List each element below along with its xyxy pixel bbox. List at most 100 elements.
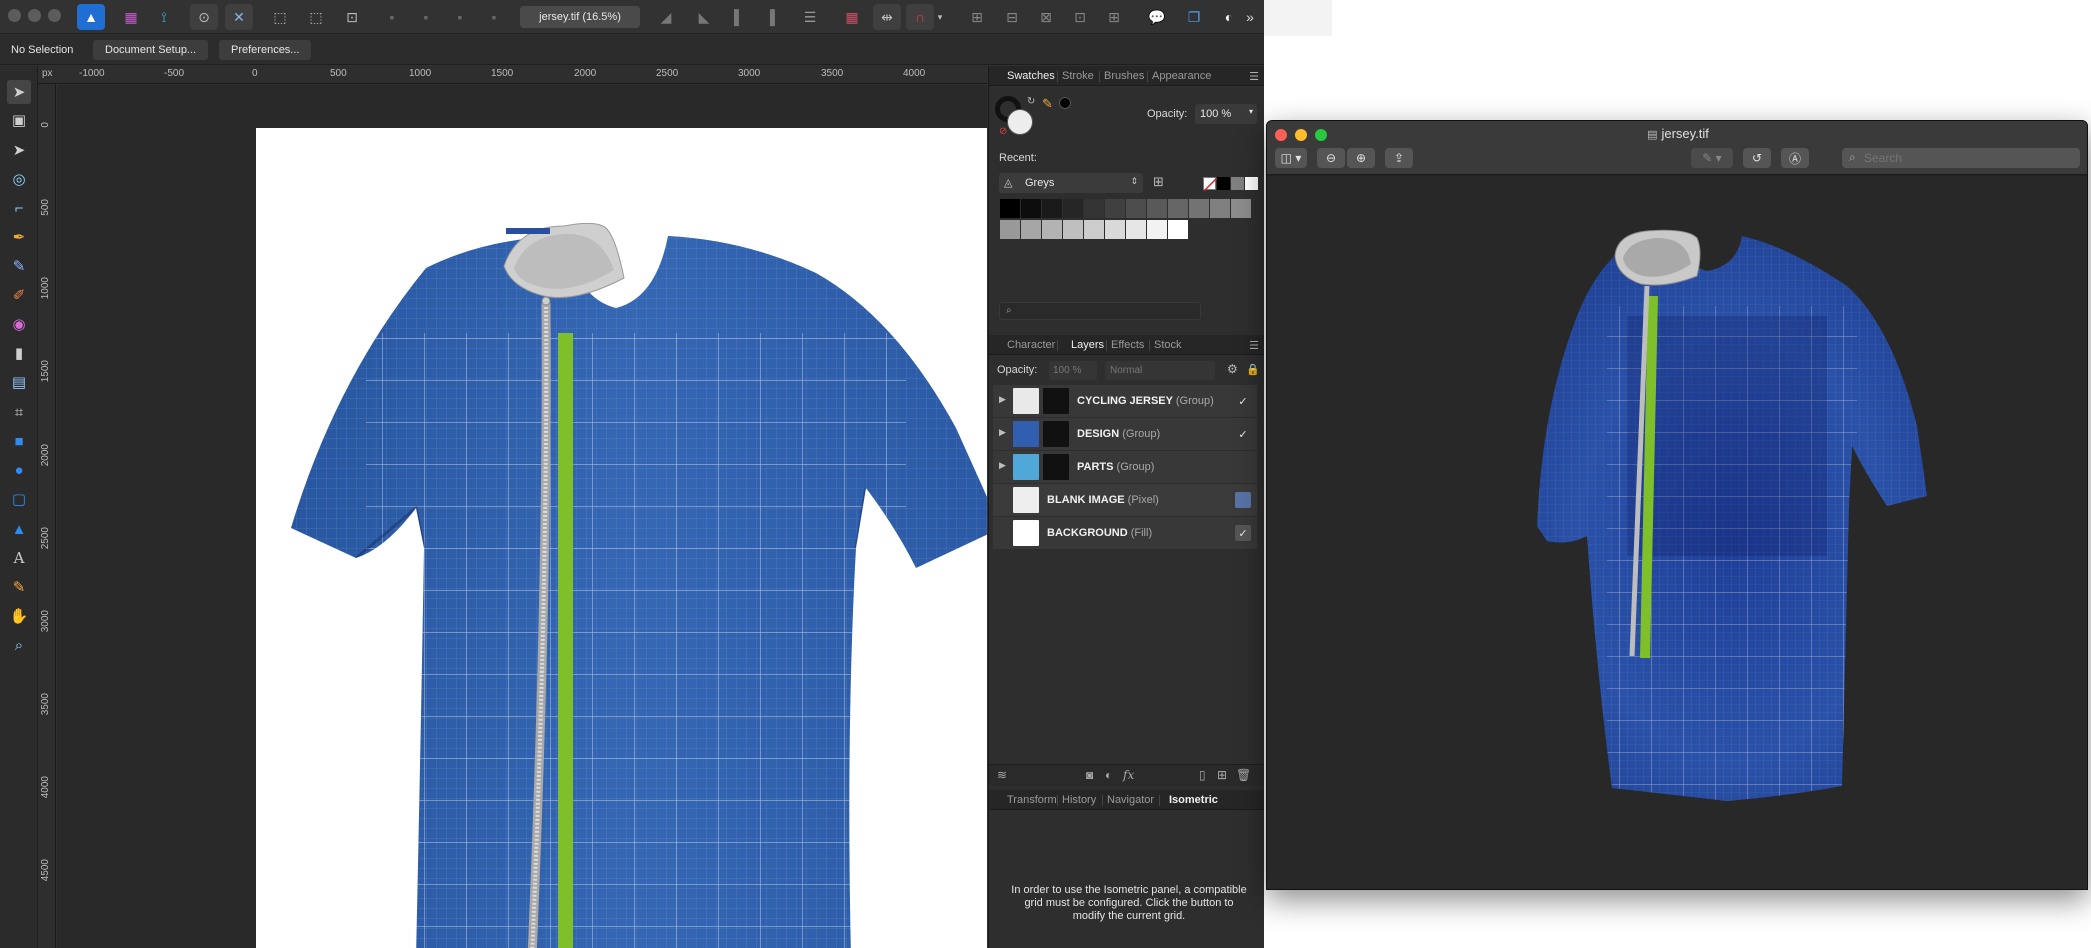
preferences-button[interactable]: Preferences...: [219, 40, 312, 60]
black-quick-swatch[interactable]: [1217, 177, 1230, 190]
add-layer-icon[interactable]: ▯: [1199, 768, 1206, 782]
search-input[interactable]: [1842, 148, 2080, 168]
color-swatch[interactable]: [1063, 199, 1083, 218]
visibility-checkbox[interactable]: ✓: [1235, 393, 1251, 409]
snapping-magnet-icon[interactable]: ∩: [906, 4, 934, 30]
close-button[interactable]: [8, 9, 21, 22]
tab-navigator[interactable]: Navigator: [1107, 794, 1154, 806]
layers-stack-icon[interactable]: ≋: [997, 768, 1007, 782]
app-logo-icon[interactable]: ▲: [77, 4, 105, 30]
tab-swatches[interactable]: Swatches: [1007, 70, 1055, 82]
move-tool-icon[interactable]: ➤: [7, 80, 31, 104]
blend-mode-select[interactable]: Normal: [1105, 361, 1215, 380]
text-tool-icon[interactable]: A: [7, 546, 31, 570]
layer-row[interactable]: BACKGROUND (Fill) ✓: [993, 517, 1257, 549]
color-swatch[interactable]: [1168, 220, 1188, 239]
color-swatch[interactable]: [1126, 220, 1146, 239]
pencil-tool-icon[interactable]: ✎: [7, 254, 31, 278]
window-icon[interactable]: ❐: [1180, 4, 1208, 30]
layer-row[interactable]: ▶ PARTS (Group): [993, 451, 1257, 483]
crop-icon[interactable]: ⊡: [338, 4, 366, 30]
color-swatch[interactable]: [1021, 220, 1041, 239]
align-center-icon[interactable]: ▐: [756, 4, 784, 30]
none-quick-swatch[interactable]: [1203, 177, 1218, 192]
pattern-icon[interactable]: ✕: [225, 4, 253, 30]
artboard-tool-icon[interactable]: ▣: [7, 108, 31, 132]
layer-row[interactable]: BLANK IMAGE (Pixel): [993, 484, 1257, 516]
swatch-search[interactable]: ⌕: [999, 302, 1201, 320]
tab-history[interactable]: History: [1062, 794, 1096, 806]
layer-opacity-field[interactable]: 100 %: [1049, 361, 1097, 380]
visibility-checkbox[interactable]: ✓: [1235, 426, 1251, 442]
rounded-rect-tool-icon[interactable]: ▢: [7, 487, 31, 511]
color-swatch[interactable]: [1000, 199, 1020, 218]
palette-select[interactable]: ◬ Greys ⇕: [999, 173, 1143, 193]
transparency-tool-icon[interactable]: ▮: [7, 341, 31, 365]
expand-arrow-icon[interactable]: ▶: [999, 460, 1006, 471]
fill-color-circle[interactable]: [1007, 109, 1033, 135]
visibility-checkbox[interactable]: [1235, 459, 1251, 475]
flip-h-icon[interactable]: ◢: [652, 4, 680, 30]
color-swatch[interactable]: [1105, 220, 1125, 239]
tab-character[interactable]: Character: [1007, 339, 1055, 351]
preview-content[interactable]: [1267, 176, 2087, 889]
color-swatch[interactable]: [1147, 199, 1167, 218]
expand-arrow-icon[interactable]: ▶: [999, 427, 1006, 438]
mask-icon[interactable]: ◙: [1086, 768, 1093, 782]
to-front-icon[interactable]: ▪: [446, 4, 474, 30]
tab-stock[interactable]: Stock: [1154, 339, 1182, 351]
fx-icon[interactable]: fx: [1123, 768, 1134, 782]
jersey-artwork[interactable]: [256, 128, 987, 948]
color-swatch[interactable]: [1210, 199, 1230, 218]
tab-transform[interactable]: Transform: [1007, 794, 1057, 806]
visibility-checkbox[interactable]: ✓: [1235, 525, 1251, 541]
to-back-icon[interactable]: ▪: [480, 4, 508, 30]
color-swatch[interactable]: [1189, 199, 1209, 218]
persona-grid-icon[interactable]: ▦: [117, 4, 145, 30]
zoom-in-button[interactable]: ⊕: [1347, 148, 1375, 168]
snap-guides-icon[interactable]: ⇹: [873, 4, 901, 30]
color-swatch[interactable]: [1105, 199, 1125, 218]
boolean-add-icon[interactable]: ⊞: [963, 4, 991, 30]
tab-effects[interactable]: Effects: [1111, 339, 1144, 351]
color-swatch[interactable]: [1042, 199, 1062, 218]
swap-colors-icon[interactable]: ↻: [1027, 96, 1035, 107]
speech-bubble-icon[interactable]: 💬: [1143, 4, 1171, 30]
fill-tool-icon[interactable]: ◉: [7, 312, 31, 336]
select-frame-icon[interactable]: ⬚: [266, 4, 294, 30]
annotate-button[interactable]: Ⓐ: [1781, 148, 1809, 168]
fill-stroke-well[interactable]: ⊘ ↻: [995, 96, 1039, 140]
point-transform-icon[interactable]: ◎: [7, 167, 31, 191]
gear-icon[interactable]: ⚙: [1227, 362, 1238, 376]
boolean-divide-icon[interactable]: ⊞: [1100, 4, 1128, 30]
color-swatch[interactable]: [1084, 220, 1104, 239]
zoom-out-button[interactable]: ⊖: [1317, 148, 1345, 168]
more-icon[interactable]: »: [1240, 4, 1260, 30]
boolean-intersect-icon[interactable]: ⊠: [1032, 4, 1060, 30]
view-mode-icon[interactable]: ◐: [1215, 4, 1243, 30]
color-swatch[interactable]: [1021, 199, 1041, 218]
vector-crop-icon[interactable]: ⌗: [7, 400, 31, 424]
group-icon[interactable]: ⊞: [1217, 768, 1227, 782]
color-swatch[interactable]: [1231, 199, 1251, 218]
hand-tool-icon[interactable]: ✋: [7, 604, 31, 628]
swatch-grid[interactable]: [1000, 199, 1262, 241]
tab-appearance[interactable]: Appearance: [1152, 70, 1211, 82]
layer-row[interactable]: ▶ CYCLING JERSEY (Group) ✓: [993, 385, 1257, 417]
align-icon[interactable]: ☰: [796, 4, 824, 30]
color-swatch[interactable]: [1147, 220, 1167, 239]
pen-tool-icon[interactable]: ✒: [7, 225, 31, 249]
adjustment-icon[interactable]: ◐: [1105, 768, 1112, 782]
flip-v-icon[interactable]: ◣: [690, 4, 718, 30]
vertical-ruler[interactable]: 0 500 1000 1500 2000 2500 3000 3500 4000…: [38, 84, 56, 948]
markup-button[interactable]: ✎ ▾: [1691, 148, 1733, 168]
align-left-icon[interactable]: ▐: [720, 4, 748, 30]
visibility-checkbox[interactable]: [1235, 492, 1251, 508]
expand-arrow-icon[interactable]: ▶: [999, 394, 1006, 405]
color-swatch[interactable]: [1084, 199, 1104, 218]
document-tab[interactable]: jersey.tif (16.5%): [520, 6, 640, 28]
ellipse-tool-icon[interactable]: ●: [7, 458, 31, 482]
zoom-button[interactable]: [48, 9, 61, 22]
panel-menu-icon[interactable]: ☰: [1249, 70, 1259, 83]
tab-layers[interactable]: Layers: [1071, 339, 1104, 351]
